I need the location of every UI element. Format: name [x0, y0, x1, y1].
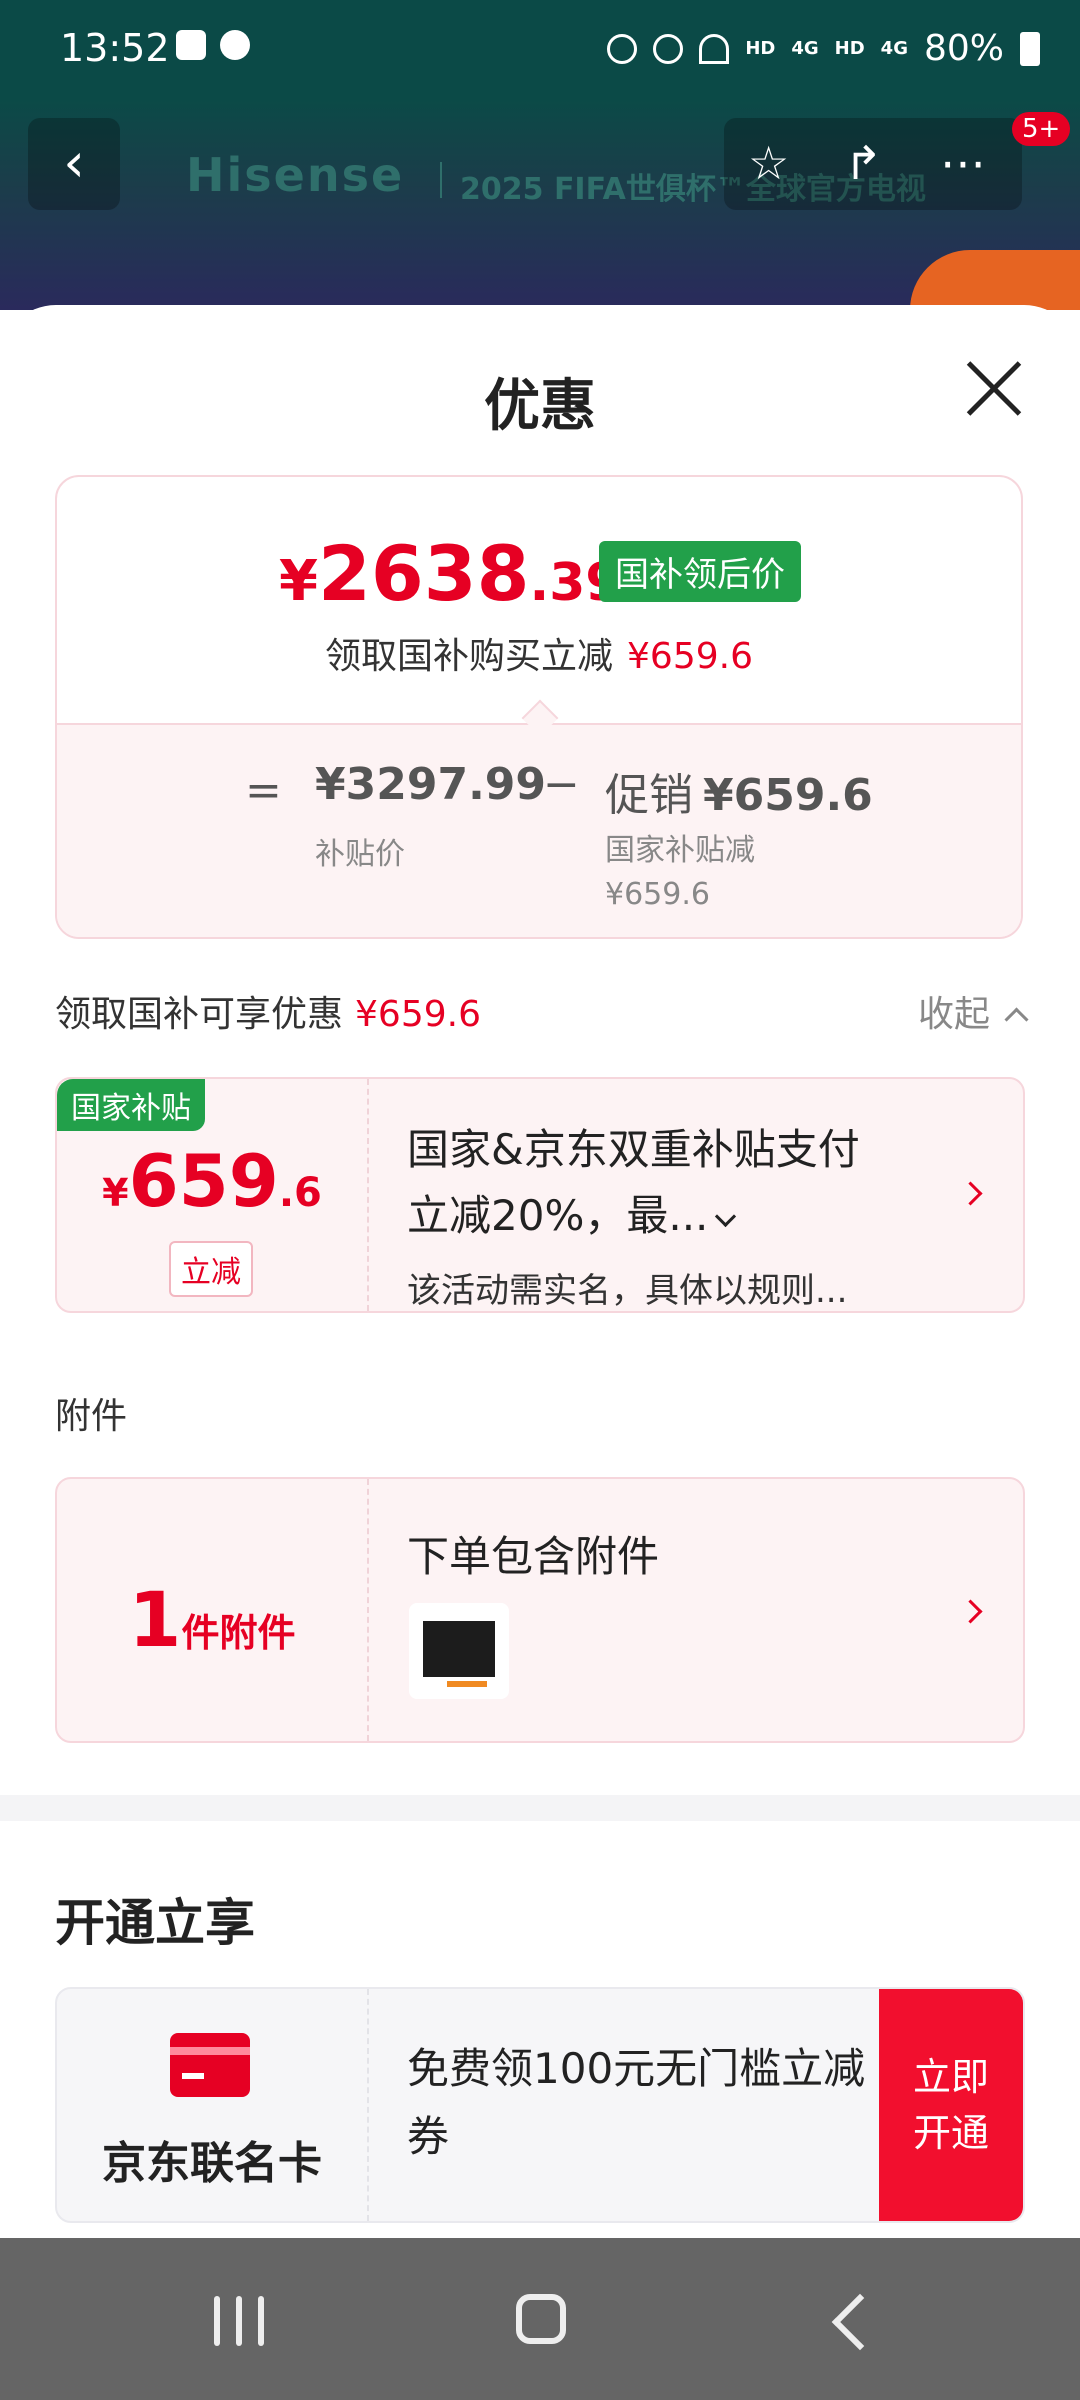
- chevron-right-icon: [958, 1181, 983, 1206]
- coupon-description-line-1: 国家&京东双重补贴支付: [407, 1125, 860, 1174]
- section-separator: [0, 1795, 1080, 1821]
- more-icon[interactable]: ⋯: [940, 136, 986, 190]
- wifi-icon: [699, 33, 730, 64]
- price-summary: ¥2638.39 国补领后价 领取国补购买立减 ¥659.6: [57, 477, 1021, 723]
- discount-summary-row: 领取国补可享优惠 ¥659.6 收起: [55, 985, 1029, 1037]
- accessory-card[interactable]: 1件附件 下单包含附件: [55, 1477, 1025, 1743]
- subsidy-price-tag: 国补领后价: [599, 541, 801, 602]
- back-icon[interactable]: [831, 2293, 889, 2351]
- coupon-description: 国家&京东双重补贴支付 立减20%，最...: [407, 1117, 907, 1249]
- brand-logo: Hisense: [186, 148, 405, 202]
- subsidy-coupon[interactable]: 国家补贴 ¥659.6 立减 国家&京东双重补贴支付 立减20%，最... 该活…: [55, 1077, 1025, 1313]
- chevron-up-icon: [1004, 1007, 1029, 1032]
- app-notification-icon: [176, 30, 206, 60]
- status-bar: 13:52 HD 4G HD 4G 80%: [0, 0, 1080, 100]
- battery-icon: [1020, 31, 1040, 66]
- discount-summary: 领取国补可享优惠 ¥659.6: [55, 985, 481, 1037]
- open-card-button-label: 立即开通: [912, 2055, 989, 2155]
- promo-decoration: [910, 250, 1080, 310]
- card-offer-description: 免费领100元无门槛立减券: [407, 2044, 866, 2161]
- status-right: HD 4G HD 4G 80%: [607, 28, 1040, 69]
- final-price: ¥2638.39: [279, 529, 622, 618]
- close-icon[interactable]: [962, 357, 1026, 421]
- price-breakdown: = ¥3297.99 补贴价 − 促销 ¥659.6 国家补贴减 ¥659.6: [57, 723, 1021, 937]
- accessory-count-number: 1: [128, 1575, 182, 1664]
- instant-discount-pill: 立减: [169, 1241, 253, 1297]
- coupon-divider: [367, 1079, 369, 1311]
- promo-amount: ¥659.6: [703, 770, 873, 821]
- accessory-title: 下单包含附件: [407, 1532, 660, 1581]
- assistant-notification-icon: [220, 30, 250, 60]
- card-divider: [367, 1989, 369, 2221]
- battery-saver-icon: [607, 33, 638, 64]
- subsidy-price-label: 补贴价: [315, 837, 405, 872]
- collapse-label: 收起: [917, 994, 990, 1035]
- discount-summary-text: 领取国补可享优惠: [55, 994, 344, 1035]
- promo-label: 促销: [605, 770, 693, 821]
- promo-note: 国家补贴减 ¥659.6: [605, 833, 755, 912]
- star-icon[interactable]: ☆: [748, 136, 789, 190]
- collapse-button[interactable]: 收起: [917, 985, 1029, 1037]
- notification-icons: [176, 30, 250, 60]
- accessory-thumbnail: [409, 1603, 509, 1699]
- hd-label-2: HD: [834, 38, 865, 59]
- coupon-amount: ¥659.6: [57, 1139, 367, 1223]
- product-header: ‹ Hisense 2025 FIFA世俱杯™全球官方电视 ☆ ↱ ⋯ 5+: [0, 100, 1080, 310]
- subsidy-tag: 国家补贴: [57, 1079, 205, 1131]
- membership-section-title: 开通立享: [55, 1894, 255, 1952]
- subsidy-price: ¥3297.99: [315, 759, 547, 810]
- credit-card-icon: [170, 2033, 250, 2097]
- price-subtitle: 领取国补购买立减 ¥659.6: [57, 627, 1021, 679]
- brand-divider: [440, 162, 442, 198]
- system-nav-bar: [0, 2238, 1080, 2400]
- chevron-right-icon: [958, 1599, 983, 1624]
- open-card-button[interactable]: 立即开通: [879, 1989, 1023, 2221]
- discount-summary-amount: ¥659.6: [355, 994, 481, 1035]
- final-price-currency: ¥: [279, 549, 318, 614]
- coupon-amount-integer: 659: [128, 1139, 279, 1223]
- network-label-2: 4G: [880, 38, 908, 59]
- header-actions: ☆ ↱ ⋯: [724, 118, 1022, 210]
- sheet-title: 优惠: [484, 374, 596, 439]
- promo-deduction: 促销 ¥659.6: [605, 759, 873, 823]
- final-price-integer: 2638: [317, 529, 530, 618]
- chevron-left-icon: ‹: [63, 131, 85, 194]
- minus-sign: −: [543, 759, 580, 810]
- discount-sheet: 优惠 ¥2638.39 国补领后价 领取国补购买立减 ¥659.6 = ¥3297…: [0, 305, 1080, 2237]
- alarm-icon: [653, 33, 684, 64]
- price-subtitle-text: 领取国补购买立减: [325, 636, 614, 677]
- accessory-count-unit: 件附件: [181, 1611, 296, 1655]
- home-icon[interactable]: [516, 2294, 566, 2344]
- co-brand-card-offer: 京东联名卡 免费领100元无门槛立减券 立即开通: [55, 1987, 1025, 2223]
- recent-apps-icon[interactable]: [214, 2296, 268, 2346]
- share-icon[interactable]: ↱: [844, 136, 883, 190]
- coupon-description-line-2-text: 立减20%，最...: [407, 1191, 709, 1240]
- accessory-section-label: 附件: [55, 1396, 128, 1437]
- coupon-rule-text: 该活动需实名，具体以规则...: [407, 1271, 848, 1311]
- accessory-count: 1件附件: [57, 1575, 367, 1664]
- coupon-amount-decimal: .6: [278, 1170, 322, 1216]
- accessory-divider: [367, 1479, 369, 1741]
- status-time: 13:52: [60, 26, 170, 70]
- battery-percent: 80%: [923, 28, 1004, 69]
- coupon-description-line-2: 立减20%，最...: [407, 1183, 907, 1249]
- back-button[interactable]: ‹: [28, 118, 120, 210]
- price-subtitle-amount: ¥659.6: [627, 636, 753, 677]
- network-label-1: 4G: [791, 38, 819, 59]
- notification-badge: 5+: [1012, 112, 1071, 146]
- price-card: ¥2638.39 国补领后价 领取国补购买立减 ¥659.6 = ¥3297.99…: [55, 475, 1023, 939]
- chevron-down-icon[interactable]: [715, 1205, 737, 1228]
- card-name: 京东联名卡: [102, 2138, 322, 2189]
- coupon-amount-currency: ¥: [102, 1171, 129, 1215]
- hd-label-1: HD: [745, 38, 776, 59]
- equals-sign: =: [245, 765, 282, 816]
- accessory-image: [423, 1621, 495, 1687]
